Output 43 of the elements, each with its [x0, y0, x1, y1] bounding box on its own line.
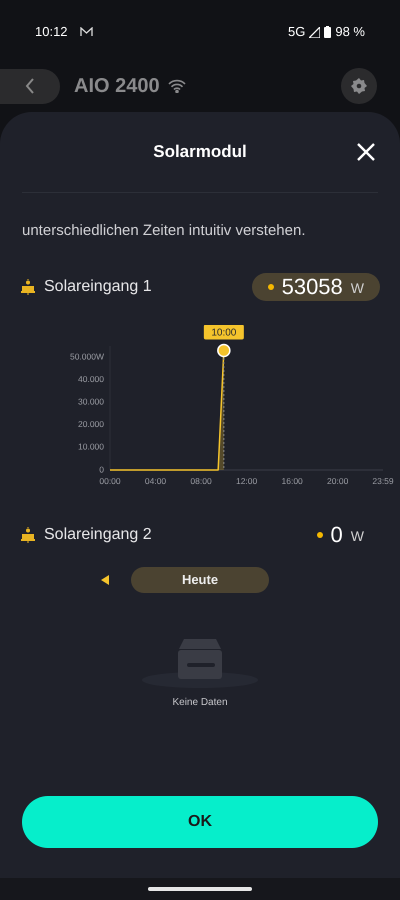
x-tick-label: 00:00	[99, 476, 121, 486]
x-tick-label: 16:00	[282, 476, 303, 486]
network-label: 5G	[288, 23, 306, 42]
back-icon	[25, 78, 35, 94]
y-tick-label: 30.000	[78, 396, 104, 406]
wifi-icon	[168, 79, 186, 93]
x-tick-label: 20:00	[327, 476, 348, 486]
y-tick-label: 40.000	[78, 374, 104, 384]
solar-panel-icon	[20, 278, 36, 294]
power-value: 53058	[282, 273, 343, 301]
y-tick-label: 50.000W	[70, 351, 104, 362]
date-button[interactable]: Heute	[131, 566, 269, 592]
settings-icon	[351, 78, 367, 94]
data-point[interactable]	[217, 343, 231, 357]
previous-day-icon[interactable]	[101, 574, 109, 584]
signal-icon	[309, 26, 320, 38]
tooltip-label: 10:00	[211, 327, 236, 338]
tooltip-label-background	[204, 324, 244, 339]
power-unit: W	[350, 279, 364, 298]
settings-button[interactable]	[341, 68, 377, 104]
device-title: AIO 2400	[74, 74, 160, 99]
mail-icon	[80, 27, 93, 37]
x-tick-label: 12:00	[236, 476, 258, 486]
status-time: 10:12	[35, 23, 68, 42]
power-unit: W	[350, 527, 364, 546]
x-tick-label: 04:00	[144, 476, 166, 486]
ok-button[interactable]: OK	[22, 796, 378, 848]
input-label: Solareingang 1	[44, 276, 152, 296]
x-tick-label: 23:59	[372, 476, 394, 486]
empty-box-icon	[140, 636, 260, 688]
y-tick-label: 10.000	[78, 441, 104, 452]
empty-state-text: Keine Daten	[172, 696, 228, 710]
sheet-title: Solarmodul	[153, 141, 247, 164]
battery-level: 98 %	[335, 23, 365, 42]
y-tick-label: 0	[99, 464, 104, 474]
x-tick-label: 08:00	[190, 476, 212, 486]
close-icon	[357, 143, 375, 161]
y-tick-label: 20.000	[78, 418, 104, 429]
intro-text: unterschiedlichen Zeiten intuitiv verstehen.	[21, 221, 306, 241]
solar-panel-icon	[20, 526, 36, 542]
battery-icon	[324, 26, 332, 38]
power-value: 0	[330, 521, 343, 549]
input-label: Solareingang 2	[44, 524, 152, 544]
